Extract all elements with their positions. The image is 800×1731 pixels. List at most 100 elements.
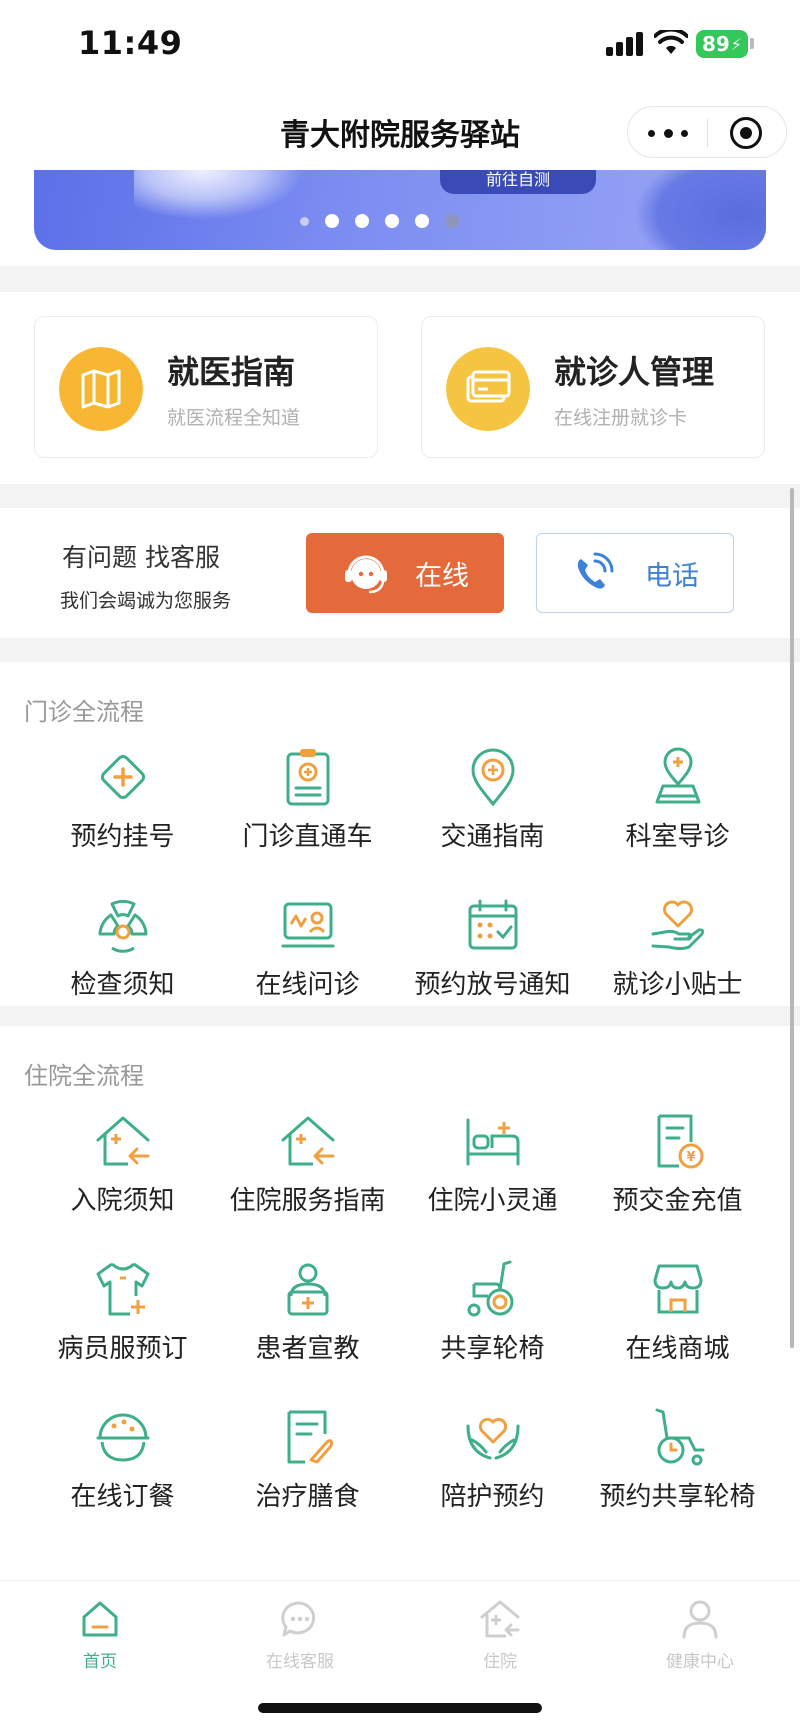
location-icon [470,748,515,807]
phone-icon [577,552,614,589]
grid-item-exam-notice[interactable]: 检查须知 [30,882,215,1030]
grid-item-release-notice[interactable]: 预约放号通知 [400,882,585,1030]
phone-service-button[interactable]: 电话 [536,533,734,613]
wheelchair-icon [467,1260,513,1317]
battery-level: 89 [701,32,730,56]
chat-icon [281,1601,316,1637]
carousel-dot[interactable] [385,214,399,228]
card-subtitle: 在线注册就诊卡 [554,407,688,429]
medical-guide-card[interactable]: 就医指南 就医流程全知道 [34,316,378,458]
grid-item-clinic-express[interactable]: 门诊直通车 [215,734,400,882]
user-icon [682,1600,718,1639]
grid-item-gown-order[interactable]: 病员服预订 [30,1246,215,1394]
tab-health-center[interactable]: 健康中心 [600,1591,800,1681]
service-title: 有问题 找客服 [62,543,220,572]
shop-icon [653,1264,702,1314]
customer-service-section: 有问题 找客服 我们会竭诚为您服务 在线 电话 [0,508,800,638]
grid-item-therapeutic-diet[interactable]: 治疗膳食 [215,1394,400,1542]
headset-icon [345,555,387,594]
grid-item-escort-booking[interactable]: 陪护预约 [400,1394,585,1542]
radiation-icon [98,899,147,953]
grid-item-online-mall[interactable]: 在线商城 [585,1246,770,1394]
calendar-icon [468,899,517,950]
carousel-dot-active[interactable] [445,214,459,228]
page-content[interactable]: 前往自测 就医指南 就医流程全知道 就诊人管理 在线注册就诊卡 有问题 找客服 … [0,170,800,1580]
mini-program-capsule [627,106,787,158]
map-icon [59,347,143,431]
patient-icon [287,1263,328,1316]
banner-carousel[interactable]: 前往自测 [34,170,766,250]
grid-item-online-meal[interactable]: 在线订餐 [30,1394,215,1542]
hospital-icon [480,1600,520,1638]
online-service-button[interactable]: 在线 [306,533,504,613]
tab-label: 健康中心 [666,1652,734,1672]
grid-item-patient-education[interactable]: 患者宣教 [215,1246,400,1394]
grid-item-department-guide[interactable]: 科室导诊 [585,734,770,882]
inpatient-section: 住院全流程 入院须知 住院服务指南 住院小灵通 ¥ 预交金充值 病员服预订 患者… [0,1026,800,1580]
banner-button[interactable]: 前往自测 [440,170,596,194]
grid-label: 科室导诊 [625,822,730,852]
banner-leaf-decoration [634,170,766,250]
grid-item-appointment[interactable]: 预约挂号 [30,734,215,882]
battery-tip [750,38,754,49]
tab-inpatient[interactable]: 住院 [400,1591,600,1681]
close-mini-program-icon[interactable] [730,117,762,149]
wifi-icon [654,30,688,54]
svg-text:¥: ¥ [686,1150,695,1165]
service-subtitle: 我们会竭诚为您服务 [60,590,232,612]
grid-label: 预交金充值 [612,1186,743,1216]
patient-management-card[interactable]: 就诊人管理 在线注册就诊卡 [421,316,765,458]
person-map-icon [655,747,700,804]
heart-hand-icon [651,900,704,950]
section-label: 门诊全流程 [24,698,144,726]
carousel-dots [300,214,459,228]
grid-item-shared-wheelchair[interactable]: 共享轮椅 [400,1246,585,1394]
house-arrow-icon [96,1116,149,1166]
monitor-icon [281,902,334,948]
carousel-dot[interactable] [325,214,339,228]
carousel-dot[interactable] [415,214,429,228]
diamond-plus-icon [100,754,145,800]
banner-illustration [134,170,304,220]
card-title: 就医指南 [167,353,296,391]
outpatient-section: 门诊全流程 预约挂号 门诊直通车 交通指南 科室导诊 检查须知 在线问诊 预约放… [0,662,800,1006]
charging-icon: ⚡ [730,34,743,54]
inpatient-grid: 入院须知 住院服务指南 住院小灵通 ¥ 预交金充值 病员服预订 患者宣教 共享轮… [0,1098,800,1542]
grid-item-admission-notice[interactable]: 入院须知 [30,1098,215,1246]
bill-icon: ¥ [657,1114,703,1169]
tab-online-service[interactable]: 在线客服 [200,1591,400,1681]
grid-item-inpatient-guide[interactable]: 住院服务指南 [215,1098,400,1246]
tab-home[interactable]: 首页 [0,1591,200,1681]
scrollbar[interactable] [790,488,794,1348]
nav-bar: 青大附院服务驿站 [0,92,800,170]
grid-item-visit-tips[interactable]: 就诊小贴士 [585,882,770,1030]
meal-icon [96,1413,149,1462]
house-arrow-icon [281,1116,334,1166]
more-icon[interactable] [648,121,688,145]
carousel-dot[interactable] [355,214,369,228]
wheelchair-clock-icon [655,1408,704,1466]
grid-item-book-wheelchair[interactable]: 预约共享轮椅 [585,1394,770,1542]
section-label: 住院全流程 [24,1062,144,1090]
tab-label: 住院 [483,1652,517,1672]
grid-item-deposit-recharge[interactable]: ¥ 预交金充值 [585,1098,770,1246]
outpatient-grid: 预约挂号 门诊直通车 交通指南 科室导诊 检查须知 在线问诊 预约放号通知 就诊… [0,734,800,1030]
bed-icon [466,1118,519,1166]
battery-indicator: 89 ⚡ [696,30,748,58]
clipboard-icon [286,749,329,806]
grid-item-online-consult[interactable]: 在线问诊 [215,882,400,1030]
diet-icon [287,1410,333,1464]
grid-label: 预约共享轮椅 [599,1482,756,1512]
grid-label: 就诊小贴士 [612,970,743,1000]
carousel-dot[interactable] [300,216,309,226]
home-icon [82,1601,118,1637]
status-time: 11:49 [78,24,183,62]
grid-item-traffic-guide[interactable]: 交通指南 [400,734,585,882]
cellular-signal-icon [606,32,644,56]
card-title: 就诊人管理 [554,353,715,391]
status-bar: 11:49 89 ⚡ [0,0,800,92]
grid-item-inpatient-assistant[interactable]: 住院小灵通 [400,1098,585,1246]
phone-label: 电话 [645,560,699,592]
card-icon [446,347,530,431]
tab-label: 在线客服 [266,1652,334,1672]
